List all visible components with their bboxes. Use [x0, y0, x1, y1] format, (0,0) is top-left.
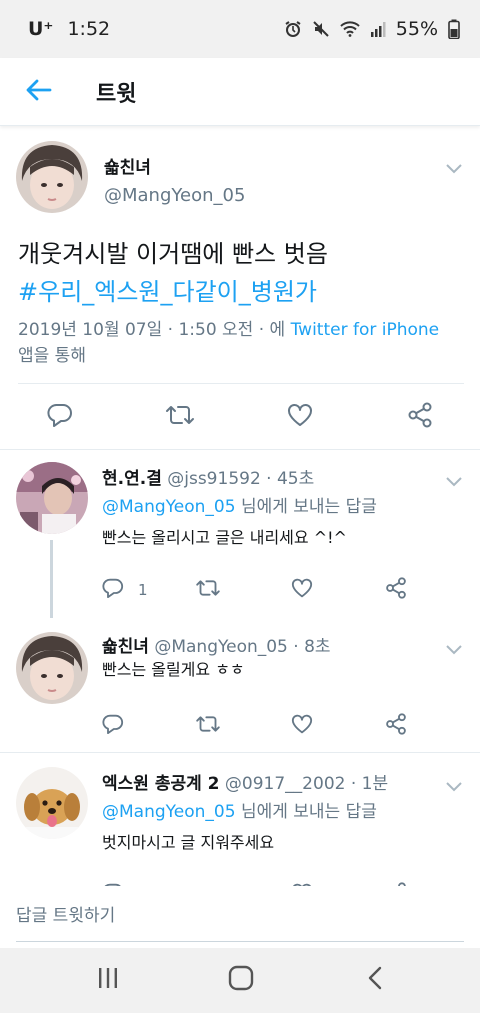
back-icon — [367, 966, 383, 994]
reply-icon — [47, 403, 73, 431]
like-icon — [291, 714, 313, 738]
reply-tweet[interactable]: 엑스원 총공계 2 @0917__2002 · 1분 @MangYeon_05 … — [0, 753, 480, 886]
like-icon — [291, 578, 313, 602]
app-header: 트윗 — [0, 58, 480, 126]
share-button[interactable] — [385, 710, 407, 742]
reply-header: 엑스원 총공계 2 @0917__2002 · 1분 — [102, 769, 388, 794]
reply-button[interactable] — [102, 710, 124, 742]
tweet-date: 2019년 10월 07일 · 1:50 오전 · 에 — [18, 320, 291, 340]
alarm-icon — [284, 20, 302, 38]
battery-icon — [448, 19, 460, 39]
tweet-actions — [0, 393, 480, 441]
reply-actions: 1 — [0, 574, 480, 614]
reply-actions — [0, 710, 480, 750]
reply-text: 빤스는 올리시고 글은 내리세요 ^!^ — [102, 528, 347, 547]
carrier-label: U⁺ — [28, 18, 54, 40]
author-name[interactable]: 엑스원 총공계 2 — [102, 774, 220, 794]
like-button[interactable] — [291, 574, 313, 606]
avatar[interactable] — [16, 632, 88, 704]
wifi-icon — [340, 21, 360, 37]
retweet-icon — [165, 403, 195, 431]
reply-count: 1 — [138, 581, 148, 599]
author-name[interactable]: 숇친녀 — [102, 637, 149, 657]
compose-bar: 답글 트윗하기 — [0, 886, 480, 948]
author-handle[interactable]: @MangYeon_05 · 8초 — [154, 637, 330, 657]
reply-header: 현.연.결 @jss91592 · 45초 — [102, 464, 314, 489]
battery-level: 55% — [395, 18, 438, 40]
like-icon — [287, 403, 313, 431]
share-icon — [385, 713, 407, 739]
divider — [18, 383, 464, 384]
reply-text: 빤스는 올릴게요 ㅎㅎ — [102, 660, 245, 679]
share-button[interactable] — [385, 879, 407, 886]
author-handle[interactable]: @0917__2002 · 1분 — [225, 774, 388, 794]
reply-header: 숇친녀 @MangYeon_05 · 8초 — [102, 632, 331, 657]
screen: U⁺ 1:52 55% 트윗 숇친녀 @MangYeon_05 개웃겨시발 이거… — [0, 0, 480, 1013]
tweet-text: 개웃겨시발 이거땜에 빤스 벗음 #우리_엑스원_다같이_병원가 — [18, 235, 468, 311]
author-handle[interactable]: @MangYeon_05 — [104, 185, 245, 206]
home-button[interactable] — [216, 960, 266, 1000]
reply-icon — [102, 714, 124, 738]
retweet-icon — [195, 714, 221, 738]
reply-to-line: @MangYeon_05 님에게 보내는 답글 — [102, 797, 377, 822]
recents-icon — [96, 967, 120, 993]
like-button[interactable] — [291, 879, 313, 886]
home-icon — [228, 965, 254, 995]
author-handle[interactable]: @jss91592 · 45초 — [167, 469, 314, 489]
share-button[interactable] — [385, 574, 407, 606]
clock: 1:52 — [67, 18, 111, 40]
reply-tweet[interactable]: 숇친녀 @MangYeon_05 · 8초 빤스는 올릴게요 ㅎㅎ — [0, 616, 480, 752]
like-button[interactable] — [291, 710, 313, 742]
system-back-button[interactable] — [350, 960, 400, 1000]
avatar[interactable] — [16, 462, 88, 534]
share-button[interactable] — [400, 397, 440, 437]
reply-tweet[interactable]: 현.연.결 @jss91592 · 45초 @MangYeon_05 님에게 보… — [0, 450, 480, 618]
tweet-meta: 2019년 10월 07일 · 1:50 오전 · 에 Twitter for … — [18, 317, 468, 369]
avatar[interactable] — [16, 141, 88, 213]
arrow-left-icon — [26, 79, 52, 105]
share-icon — [385, 577, 407, 603]
share-icon — [407, 402, 433, 432]
caret-down-icon[interactable] — [446, 472, 462, 487]
reply-to-line: @MangYeon_05 님에게 보내는 답글 — [102, 492, 377, 517]
tweet-body: 개웃겨시발 이거땜에 빤스 벗음 — [18, 240, 328, 268]
reply-actions — [0, 879, 480, 886]
navigation-bar — [0, 948, 480, 1013]
source-suffix: 앱을 통해 — [18, 346, 86, 366]
status-right: 55% — [284, 18, 460, 40]
reply-button[interactable] — [40, 397, 80, 437]
reply-to-label: 님에게 보내는 답글 — [235, 802, 377, 822]
like-button[interactable] — [280, 397, 320, 437]
reply-button[interactable]: 1 — [102, 574, 148, 606]
reply-input[interactable]: 답글 트윗하기 — [16, 886, 464, 942]
caret-down-icon[interactable] — [446, 159, 462, 174]
caret-down-icon[interactable] — [446, 777, 462, 792]
author-name[interactable]: 현.연.결 — [102, 469, 162, 489]
status-bar: U⁺ 1:52 55% — [0, 0, 480, 58]
reply-text: 벗지마시고 글 지워주세요 — [102, 833, 275, 852]
back-button[interactable] — [0, 58, 78, 126]
mute-icon — [312, 20, 330, 38]
retweet-button[interactable] — [195, 574, 221, 606]
reply-button[interactable] — [102, 879, 124, 886]
mention-link[interactable]: @MangYeon_05 — [102, 802, 236, 822]
reply-icon — [102, 578, 124, 602]
mention-link[interactable]: @MangYeon_05 — [102, 497, 236, 517]
retweet-button[interactable] — [160, 397, 200, 437]
main-tweet: 숇친녀 @MangYeon_05 개웃겨시발 이거땜에 빤스 벗음 #우리_엑스… — [0, 127, 480, 449]
avatar[interactable] — [16, 767, 88, 839]
reply-to-label: 님에게 보내는 답글 — [235, 497, 377, 517]
caret-down-icon[interactable] — [446, 640, 462, 655]
signal-icon — [370, 21, 386, 37]
page-title: 트윗 — [96, 81, 137, 107]
author-name[interactable]: 숇친녀 — [104, 153, 151, 178]
status-left: U⁺ 1:52 — [28, 18, 110, 40]
retweet-button[interactable] — [195, 710, 221, 742]
source-link[interactable]: Twitter for iPhone — [291, 320, 440, 340]
hashtag-link[interactable]: #우리_엑스원_다같이_병원가 — [18, 273, 468, 311]
retweet-icon — [195, 578, 221, 602]
recents-button[interactable] — [83, 960, 133, 1000]
